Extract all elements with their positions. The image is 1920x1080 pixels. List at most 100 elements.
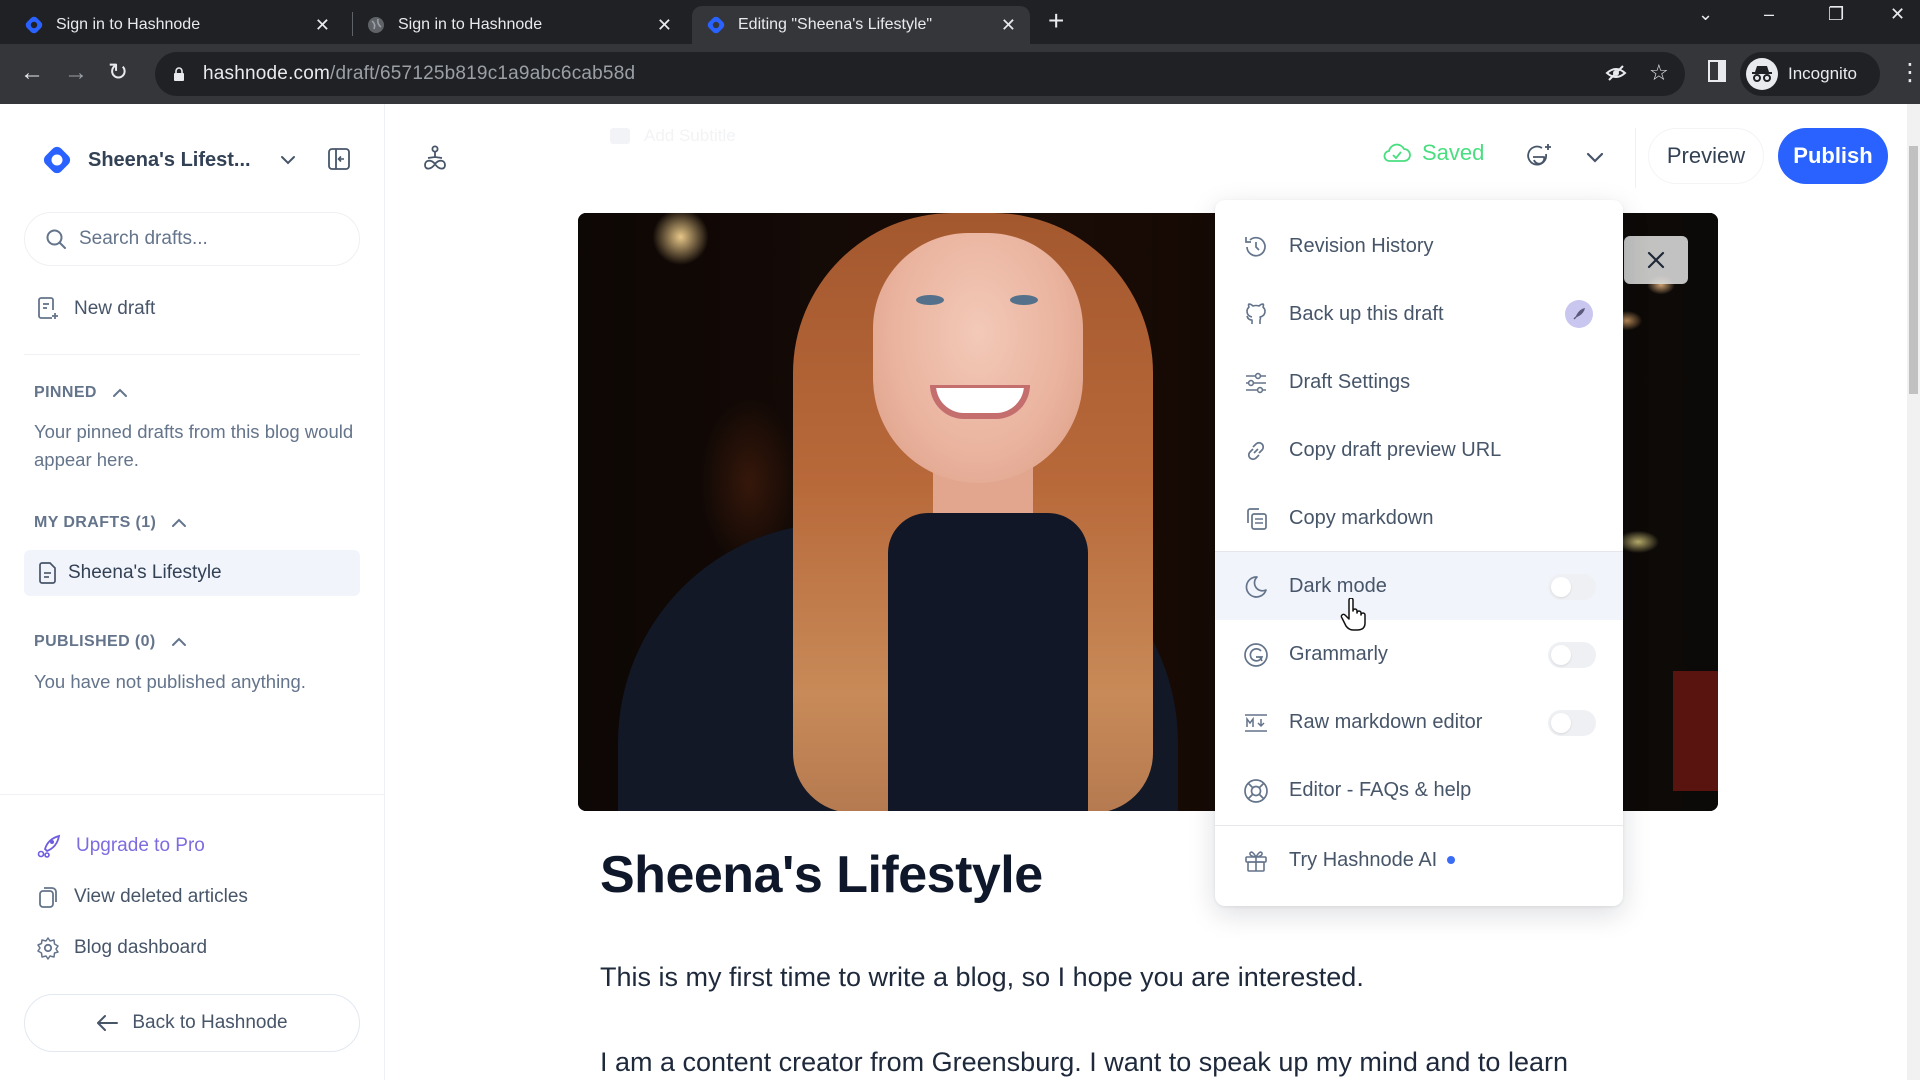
article-title[interactable]: Sheena's Lifestyle (600, 845, 1043, 905)
link-icon (1247, 441, 1265, 461)
tab-title: Sign in to Hashnode (56, 16, 201, 33)
browser-tab-active[interactable]: Editing "Sheena's Lifestyle" ✕ (692, 6, 1030, 44)
markdown-icon (1245, 714, 1267, 732)
new-draft-button[interactable]: New draft (36, 296, 155, 322)
hashnode-logo-icon (707, 16, 725, 34)
address-bar[interactable]: hashnode.com/draft/657125b819c1a9abc6cab… (155, 52, 1685, 96)
menu-item-raw-markdown-editor[interactable]: Raw markdown editor (1215, 688, 1623, 756)
toggle-knob (1551, 713, 1571, 733)
hashnode-logo-icon (43, 146, 71, 174)
rocket-icon (37, 834, 61, 858)
blog-dashboard-link[interactable]: Blog dashboard (36, 936, 207, 960)
menu-item-label: Dark mode (1289, 574, 1387, 597)
upgrade-to-pro-link[interactable]: Upgrade to Pro (36, 834, 205, 858)
scrollbar-thumb[interactable] (1909, 146, 1918, 394)
grammarly-toggle[interactable] (1548, 642, 1596, 668)
document-icon (39, 562, 56, 584)
publish-button[interactable]: Publish (1778, 128, 1888, 184)
new-tab-button[interactable]: + (1048, 6, 1064, 36)
chevron-down-icon[interactable] (1582, 144, 1608, 170)
ai-assistant-icon[interactable] (1524, 142, 1554, 172)
view-deleted-label: View deleted articles (74, 886, 248, 907)
sidebar-divider (24, 354, 360, 355)
cover-detail (1010, 295, 1038, 305)
menu-item-back-up-draft[interactable]: Back up this draft (1215, 280, 1623, 348)
cover-detail (1673, 671, 1718, 791)
add-subtitle-label: Add Subtitle (644, 126, 736, 145)
editor-options-menu: Revision History Back up this draft Draf… (1215, 200, 1623, 906)
add-subtitle-button[interactable]: Add Subtitle (610, 122, 736, 150)
new-draft-icon (38, 297, 58, 319)
collapse-sidebar-icon[interactable] (326, 146, 352, 172)
incognito-profile-button[interactable]: Incognito (1740, 52, 1880, 96)
menu-item-draft-settings[interactable]: Draft Settings (1215, 348, 1623, 416)
eye-off-icon[interactable] (1605, 62, 1627, 84)
published-empty-text: You have not published anything. (34, 671, 306, 692)
toggle-knob (1551, 645, 1571, 665)
menu-item-copy-preview-url[interactable]: Copy draft preview URL (1215, 416, 1623, 484)
sliders-icon (1246, 372, 1266, 394)
url-text[interactable]: hashnode.com/draft/657125b819c1a9abc6cab… (203, 63, 635, 85)
minimize-icon[interactable]: – (1764, 4, 1774, 25)
history-icon (1245, 236, 1266, 257)
subtitle-icon (610, 128, 630, 144)
back-arrow-icon[interactable]: ← (20, 58, 44, 88)
chevron-up-icon[interactable] (170, 633, 188, 651)
menu-item-try-hashnode-ai[interactable]: Try Hashnode AI (1215, 826, 1623, 894)
browser-menu-icon[interactable]: ⋮ (1898, 58, 1920, 88)
chevron-up-icon[interactable] (170, 514, 188, 532)
moon-icon (1245, 576, 1267, 598)
menu-item-label: Grammarly (1289, 642, 1388, 665)
menu-item-grammarly[interactable]: Grammarly (1215, 620, 1623, 688)
search-drafts-field[interactable] (24, 212, 360, 266)
menu-item-revision-history[interactable]: Revision History (1215, 212, 1623, 280)
article-paragraph[interactable]: This is my first time to write a blog, s… (600, 962, 1364, 993)
try-ai-label: Try Hashnode AI (1289, 848, 1438, 871)
blog-switcher[interactable]: Sheena's Lifest... (40, 140, 360, 180)
profile-label: Incognito (1788, 64, 1857, 83)
reload-icon[interactable]: ↻ (108, 58, 128, 88)
close-window-icon[interactable]: ✕ (1890, 4, 1905, 25)
lifebuoy-icon (1244, 779, 1268, 803)
browser-tab[interactable]: Sign in to Hashnode ✕ (24, 6, 344, 44)
bookmark-star-icon[interactable]: ☆ (1649, 60, 1669, 86)
grammarly-icon (1244, 643, 1268, 667)
sidebar-divider (0, 794, 385, 795)
published-section-heading[interactable]: PUBLISHED (0) (34, 633, 188, 651)
cover-detail (873, 233, 1083, 483)
browser-tab[interactable]: Sign in to Hashnode ✕ (366, 6, 686, 44)
chevron-down-icon[interactable] (276, 148, 300, 172)
article-paragraph[interactable]: I am a content creator from Greensburg. … (600, 1047, 1568, 1078)
view-deleted-articles-link[interactable]: View deleted articles (36, 885, 248, 909)
my-drafts-section-heading[interactable]: MY DRAFTS (1) (34, 514, 188, 532)
chevron-up-icon[interactable] (111, 384, 129, 402)
browser-tab-bar: Sign in to Hashnode ✕ Sign in to Hashnod… (0, 0, 1920, 44)
tab-search-icon[interactable]: ⌄ (1698, 4, 1713, 25)
raw-markdown-toggle[interactable] (1548, 710, 1596, 736)
menu-item-editor-help[interactable]: Editor - FAQs & help (1215, 756, 1623, 824)
tab-title: Sign in to Hashnode (398, 16, 543, 33)
forward-arrow-icon[interactable]: → (64, 58, 88, 88)
pinned-empty-text: Your pinned drafts from this blog would … (34, 421, 354, 470)
pinned-section-heading[interactable]: PINNED (34, 384, 129, 402)
close-tab-icon[interactable]: ✕ (657, 15, 672, 36)
menu-item-dark-mode[interactable]: Dark mode (1215, 552, 1623, 620)
search-drafts-input[interactable] (79, 228, 319, 250)
back-to-hashnode-button[interactable]: Back to Hashnode (24, 994, 360, 1052)
close-tab-icon[interactable]: ✕ (315, 15, 330, 36)
menu-item-copy-markdown[interactable]: Copy markdown (1215, 484, 1623, 552)
close-tab-icon[interactable]: ✕ (1001, 15, 1016, 36)
remove-cover-button[interactable] (1624, 236, 1688, 284)
menu-item-label: Try Hashnode AI (1289, 848, 1456, 872)
toggle-knob (1551, 577, 1571, 597)
dark-mode-toggle[interactable] (1548, 574, 1596, 600)
zen-mode-icon[interactable] (420, 144, 450, 174)
draft-list-item[interactable]: Sheena's Lifestyle (24, 550, 360, 596)
menu-item-label: Revision History (1289, 234, 1434, 257)
restore-icon[interactable]: ❐ (1828, 4, 1844, 25)
side-panel-icon[interactable] (1708, 60, 1726, 82)
page-scrollbar[interactable] (1907, 104, 1920, 1080)
toolbar-divider (1635, 128, 1636, 188)
upgrade-label: Upgrade to Pro (76, 835, 205, 856)
preview-button[interactable]: Preview (1648, 128, 1764, 184)
